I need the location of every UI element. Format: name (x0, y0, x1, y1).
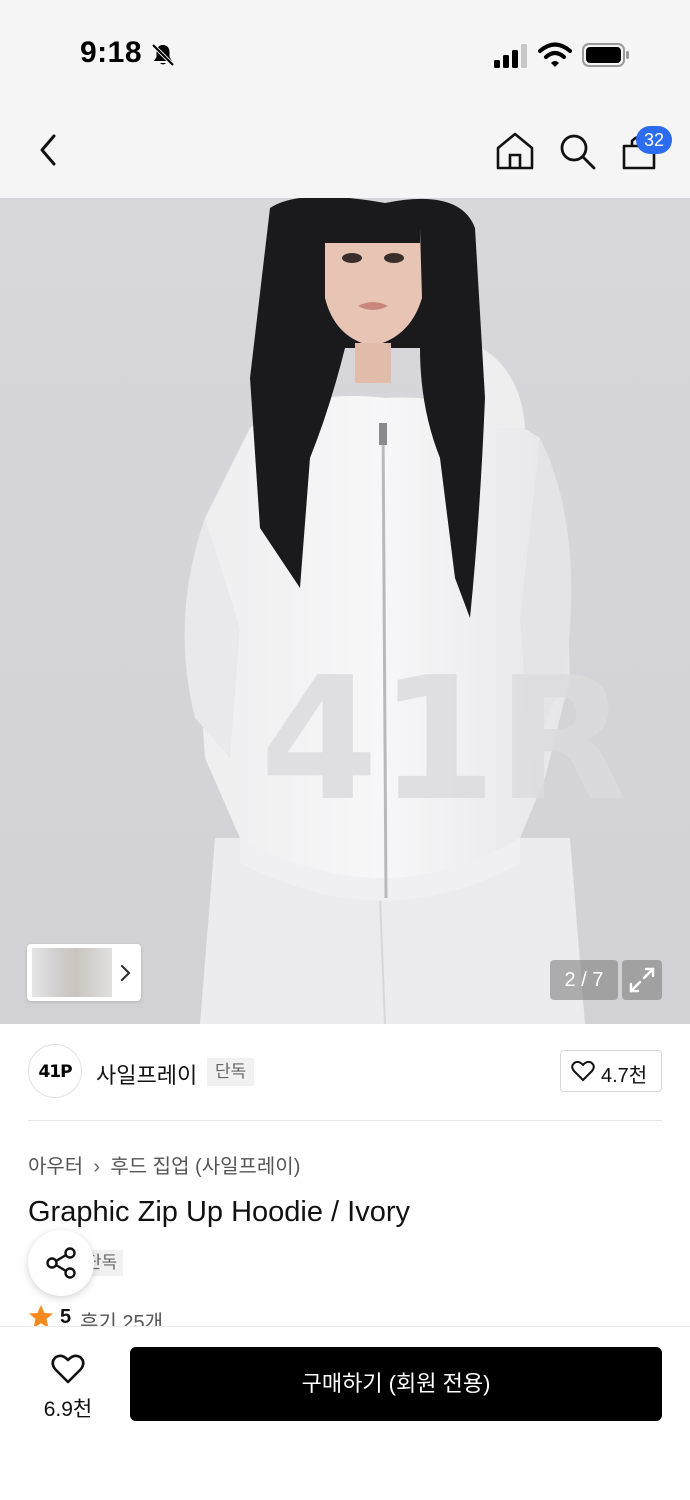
buy-button[interactable]: 구매하기 (회원 전용) (130, 1347, 662, 1421)
heart-icon (51, 1354, 85, 1384)
wishlist-count: 6.9천 (43, 1398, 93, 1421)
cart-count-badge: 32 (636, 126, 672, 154)
product-image[interactable]: 41R (0, 198, 690, 1024)
brand-exclusive-tag: 단독 (207, 1058, 255, 1086)
heart-icon (571, 1060, 595, 1081)
share-button[interactable] (28, 1230, 94, 1296)
expand-icon[interactable] (622, 960, 662, 1000)
svg-text:41R: 41R (260, 641, 627, 839)
thumbnail-image (32, 948, 112, 997)
brand-name[interactable]: 사일프레이 (96, 1058, 197, 1090)
bottom-action-bar: 6.9천 구매하기 (회원 전용) (0, 1326, 690, 1500)
breadcrumb-category[interactable]: 아우터 (28, 1156, 83, 1178)
chevron-right-icon: › (93, 1156, 101, 1178)
brand-like-count: 4.7천 (601, 1065, 648, 1087)
brand-like-button[interactable]: 4.7천 (560, 1050, 662, 1092)
status-bar: 9:18 (0, 0, 690, 100)
wishlist-button[interactable]: 6.9천 (28, 1349, 108, 1429)
status-time: 9:18 (80, 36, 143, 69)
image-page-counter: 2 / 7 (550, 960, 618, 1000)
divider (28, 1120, 662, 1121)
battery-icon (582, 43, 629, 67)
bell-slash-icon (151, 43, 175, 67)
signal-icon (494, 44, 527, 68)
rating-row[interactable]: 5 후기 25개 (28, 1304, 328, 1328)
product-title: Graphic Zip Up Hoodie / Ivory (28, 1196, 410, 1228)
back-arrow-icon[interactable] (30, 130, 66, 170)
review-count: 후기 25개 (80, 1312, 164, 1328)
rating-value: 5 (60, 1306, 72, 1328)
home-icon[interactable] (494, 130, 536, 172)
breadcrumb: 아우터 › 후드 집업 (사일프레이) (28, 1150, 300, 1179)
search-icon[interactable] (556, 130, 598, 172)
model-photo: 41R (0, 198, 690, 1024)
brand-logo[interactable]: 41P (28, 1044, 82, 1098)
top-nav (0, 100, 690, 198)
chevron-right-icon[interactable] (118, 962, 134, 984)
breadcrumb-subcategory[interactable]: 후드 집업 (사일프레이) (110, 1156, 300, 1178)
share-icon (46, 1247, 76, 1279)
wifi-icon (538, 42, 572, 67)
star-icon (29, 1305, 53, 1328)
